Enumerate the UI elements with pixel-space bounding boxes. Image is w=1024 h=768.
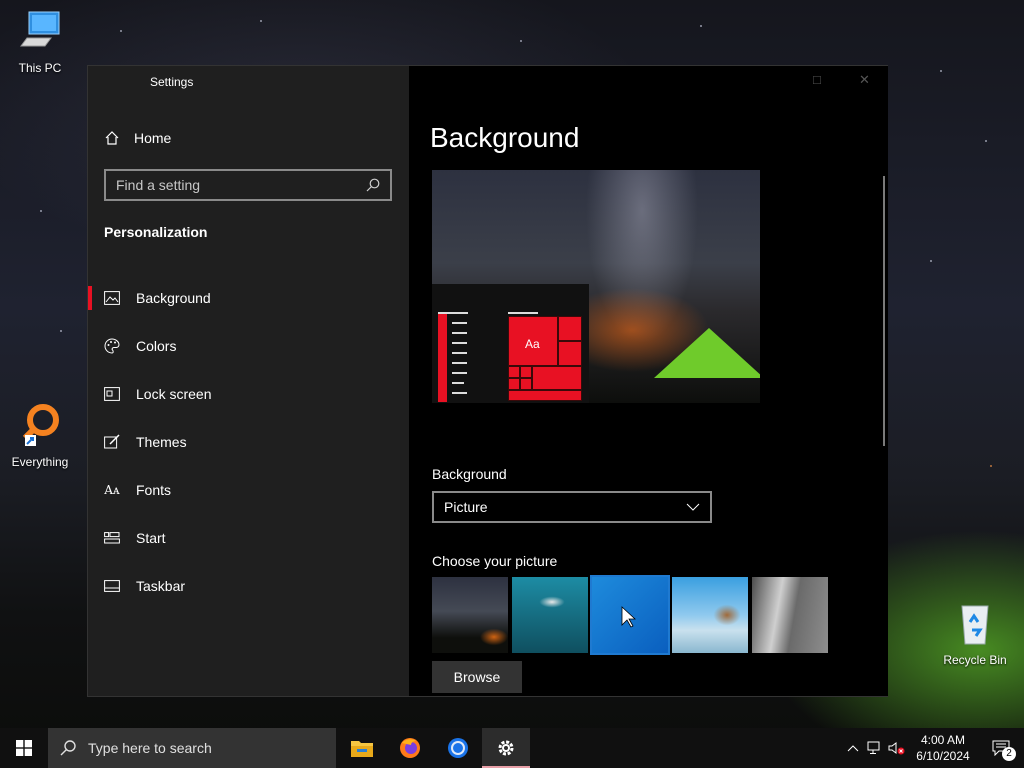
show-hidden-icons-chevron-up-icon[interactable]: [842, 728, 864, 768]
search-icon[interactable]: [366, 178, 380, 192]
taskbar-search-placeholder: Type here to search: [88, 740, 212, 756]
sidebar-item-taskbar[interactable]: Taskbar: [88, 562, 409, 610]
thumbnail-milky-way[interactable]: [432, 577, 508, 653]
taskbar: Type here to search 4:00 AM 6/10/2024 2: [0, 728, 1024, 768]
find-setting-search-box[interactable]: Find a setting: [104, 169, 392, 201]
background-preview: Aa: [432, 170, 760, 403]
sidebar-item-colors[interactable]: Colors: [88, 322, 409, 370]
background-type-label: Background: [432, 466, 507, 482]
taskbar-app-settings[interactable]: [482, 728, 530, 768]
taskbar-app-chrome[interactable]: [434, 728, 482, 768]
settings-gear-icon: [498, 740, 514, 756]
settings-window: Settings Home Find a setting Personaliza…: [87, 65, 888, 697]
picture-icon: [104, 290, 120, 306]
themes-brush-icon: [104, 434, 120, 450]
system-tray: 4:00 AM 6/10/2024 2: [842, 728, 1024, 768]
sidebar-item-fonts[interactable]: Aᴀ Fonts: [88, 466, 409, 514]
dropdown-value: Picture: [444, 499, 488, 515]
taskbar-icon: [104, 578, 120, 594]
home-icon: [105, 131, 119, 145]
sidebar-item-themes[interactable]: Themes: [88, 418, 409, 466]
thumbnail-underwater-swimmer[interactable]: [512, 577, 588, 653]
notification-count-badge: 2: [1002, 747, 1016, 761]
background-type-dropdown[interactable]: Picture: [432, 491, 712, 523]
thumbnail-rock-cliff[interactable]: [752, 577, 828, 653]
firefox-icon: [400, 738, 420, 758]
sidebar-item-label: Background: [136, 290, 211, 306]
taskbar-search-box[interactable]: Type here to search: [48, 728, 336, 768]
sidebar-item-label: Start: [136, 530, 166, 546]
chevron-down-icon: [686, 503, 700, 511]
sidebar-item-label: Taskbar: [136, 578, 186, 594]
page-title: Background: [430, 122, 580, 153]
desktop-preview-mock: Aa: [432, 284, 589, 403]
palette-icon: [104, 338, 120, 354]
start-button[interactable]: [0, 728, 48, 768]
action-center-button[interactable]: 2: [978, 728, 1024, 768]
sidebar-item-lock-screen[interactable]: Lock screen: [88, 370, 409, 418]
desktop-icon-recycle-bin[interactable]: Recycle Bin: [935, 600, 1015, 667]
thumbnail-beach-rocks[interactable]: [672, 577, 748, 653]
clock[interactable]: 4:00 AM 6/10/2024: [908, 732, 978, 764]
desktop-icon-this-pc[interactable]: This PC: [0, 8, 80, 75]
sidebar-item-label: Fonts: [136, 482, 172, 498]
search-icon: [60, 740, 76, 756]
taskbar-app-firefox[interactable]: [386, 728, 434, 768]
desktop-icon-label: This PC: [18, 61, 62, 75]
volume-muted-icon[interactable]: [886, 728, 908, 768]
clock-date: 6/10/2024: [916, 749, 970, 763]
settings-sidebar: Settings Home Find a setting Personaliza…: [88, 66, 409, 696]
settings-content: □ ✕ Background Aa Background Picture Cho…: [409, 66, 888, 696]
sidebar-item-background[interactable]: Background: [88, 274, 409, 322]
network-icon[interactable]: [864, 728, 886, 768]
fonts-icon: Aᴀ: [104, 483, 120, 497]
tent-image: [654, 328, 760, 378]
close-button[interactable]: ✕: [859, 72, 870, 88]
everything-search-icon: [22, 404, 59, 446]
desktop-icon-everything[interactable]: Everything: [0, 402, 80, 469]
choose-picture-label: Choose your picture: [432, 553, 558, 569]
clock-time: 4:00 AM: [920, 733, 966, 747]
thumbnail-windows-blue[interactable]: [590, 575, 670, 655]
sidebar-nav: Background Colors Lock screen Themes Aᴀ …: [88, 274, 409, 610]
file-explorer-icon: [351, 741, 373, 757]
desktop-icon-label: Recycle Bin: [943, 653, 1007, 667]
sidebar-item-label: Themes: [136, 434, 187, 450]
preview-sample-text: Aa: [525, 337, 540, 351]
start-grid-icon: [104, 530, 120, 546]
chrome-icon: [448, 738, 468, 758]
computer-icon: [20, 11, 60, 47]
content-scrollbar[interactable]: [883, 176, 885, 446]
sidebar-item-label: Lock screen: [136, 386, 212, 402]
window-title: Settings: [150, 75, 194, 89]
home-link[interactable]: Home: [104, 130, 171, 146]
sidebar-item-label: Colors: [136, 338, 177, 354]
recycle-bin-icon: [961, 605, 989, 645]
maximize-button[interactable]: □: [813, 72, 821, 87]
browse-button[interactable]: Browse: [432, 661, 522, 693]
sidebar-item-start[interactable]: Start: [88, 514, 409, 562]
home-label: Home: [134, 130, 172, 146]
section-title-personalization: Personalization: [104, 224, 208, 240]
windows-logo-icon: [16, 740, 32, 756]
lock-screen-icon: [104, 386, 120, 402]
search-placeholder: Find a setting: [116, 177, 201, 193]
desktop-icon-label: Everything: [11, 455, 69, 469]
taskbar-app-file-explorer[interactable]: [338, 728, 386, 768]
cursor-icon: [621, 606, 637, 628]
picture-thumbnails: [432, 575, 828, 655]
